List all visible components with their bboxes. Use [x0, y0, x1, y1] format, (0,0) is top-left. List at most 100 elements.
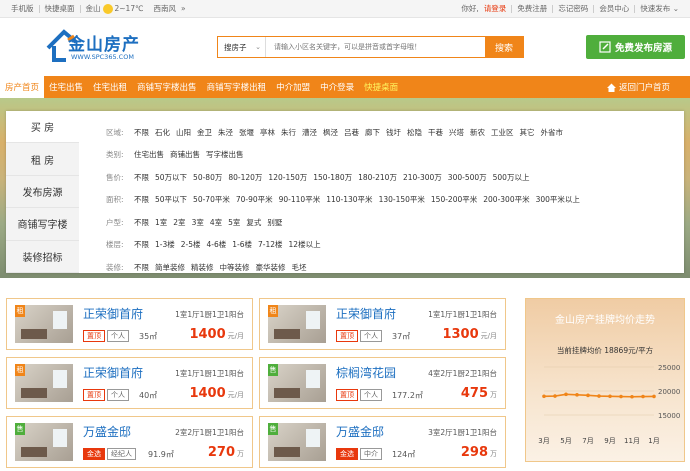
filter-option[interactable]: 不限	[134, 262, 149, 273]
filter-option[interactable]: 不限	[134, 239, 149, 250]
filter-option[interactable]: 复式	[246, 217, 261, 228]
filter-option[interactable]: 干巷	[428, 127, 443, 138]
listing-title[interactable]: 万盛金邸	[336, 423, 384, 440]
listing-title[interactable]: 正荣御首府	[336, 305, 396, 322]
filter-option[interactable]: 210-300万	[403, 172, 442, 183]
filter-option[interactable]: 90-110平米	[279, 194, 321, 205]
nav-item[interactable]: 住宅出租	[88, 76, 132, 98]
nav-item[interactable]: 住宅出售	[44, 76, 88, 98]
listing-title[interactable]: 正荣御首府	[83, 305, 143, 322]
filter-tab[interactable]: 装修招标	[6, 241, 79, 273]
quick-publish-link[interactable]: 快速发布 ⌄	[635, 3, 684, 14]
search-button[interactable]: 搜索	[485, 37, 523, 57]
listing-card[interactable]: 售 万盛金邸 3室2厅1厨1卫1阳台 金选 中介 124㎡ 298 万	[259, 416, 506, 468]
filter-option[interactable]: 商铺出售	[170, 149, 200, 160]
weather-more-icon[interactable]: »	[181, 4, 186, 13]
filter-option[interactable]: 5室	[228, 217, 240, 228]
filter-option[interactable]: 豪华装修	[256, 262, 286, 273]
filter-option[interactable]: 50-80万	[193, 172, 222, 183]
filter-option[interactable]: 中等装修	[220, 262, 250, 273]
filter-option[interactable]: 150-180万	[313, 172, 352, 183]
nav-item[interactable]: 商铺写字楼出租	[202, 76, 272, 98]
filter-option[interactable]: 不限	[134, 127, 149, 138]
listing-title[interactable]: 正荣御首府	[83, 364, 143, 381]
nav-item[interactable]: 中介加盟	[271, 76, 315, 98]
filter-option[interactable]: 不限	[134, 172, 149, 183]
nav-item[interactable]: 房产首页	[0, 76, 45, 98]
filter-option[interactable]: 300平米以上	[536, 194, 580, 205]
desktop-link[interactable]: 快捷桌面	[40, 3, 80, 14]
filter-tab[interactable]: 发布房源	[6, 176, 79, 209]
publish-listing-button[interactable]: 免费发布房源	[586, 35, 685, 59]
filter-option[interactable]: 2室	[173, 217, 185, 228]
filter-option[interactable]: 简单装修	[155, 262, 185, 273]
filter-option[interactable]: 漕泾	[302, 127, 317, 138]
nav-item[interactable]: 中介登录	[315, 76, 359, 98]
filter-option[interactable]: 4-6楼	[207, 239, 227, 250]
filter-option[interactable]: 3室	[192, 217, 204, 228]
filter-option[interactable]: 钱圩	[386, 127, 401, 138]
listing-card[interactable]: 租 正荣御首府 1室1厅1厨1卫1阳台 置顶 个人 37㎡ 1300 元/月	[259, 298, 506, 350]
filter-tab[interactable]: 买 房	[6, 111, 79, 144]
filter-option[interactable]: 朱泾	[218, 127, 233, 138]
filter-option[interactable]: 其它	[520, 127, 535, 138]
filter-option[interactable]: 别墅	[267, 217, 282, 228]
back-to-portal-link[interactable]: 返回门户首页	[606, 81, 670, 93]
login-link[interactable]: 请登录	[479, 3, 512, 14]
filter-option[interactable]: 300-500万	[448, 172, 487, 183]
filter-option[interactable]: 新农	[470, 127, 485, 138]
filter-option[interactable]: 200-300平米	[483, 194, 529, 205]
filter-option[interactable]: 不限	[134, 194, 149, 205]
filter-option[interactable]: 工业区	[491, 127, 514, 138]
filter-option[interactable]: 住宅出售	[134, 149, 164, 160]
filter-option[interactable]: 精装修	[191, 262, 214, 273]
filter-option[interactable]: 50万以下	[155, 172, 187, 183]
filter-option[interactable]: 廊下	[365, 127, 380, 138]
filter-option[interactable]: 兴塔	[449, 127, 464, 138]
filter-option[interactable]: 1-6楼	[232, 239, 252, 250]
filter-option[interactable]: 写字楼出售	[206, 149, 244, 160]
filter-option[interactable]: 12楼以上	[289, 239, 321, 250]
nav-item[interactable]: 快捷桌面	[359, 76, 403, 98]
forgot-password-link[interactable]: 忘记密码	[553, 3, 593, 14]
listing-card[interactable]: 租 正荣御首府 1室1厅1厨1卫1阳台 置顶 个人 40㎡ 1400 元/月	[6, 357, 253, 409]
filter-option[interactable]: 2-5楼	[181, 239, 201, 250]
listing-title[interactable]: 万盛金邸	[83, 423, 131, 440]
filter-option[interactable]: 120-150万	[268, 172, 307, 183]
mobile-link[interactable]: 手机版	[6, 3, 39, 14]
listing-title[interactable]: 棕榈湾花园	[336, 364, 396, 381]
filter-option[interactable]: 70-90平米	[236, 194, 273, 205]
filter-option[interactable]: 130-150平米	[379, 194, 425, 205]
filter-option[interactable]: 50平以下	[155, 194, 187, 205]
filter-option[interactable]: 150-200平米	[431, 194, 477, 205]
filter-option[interactable]: 枫泾	[323, 127, 338, 138]
filter-option[interactable]: 张堰	[239, 127, 254, 138]
filter-option[interactable]: 4室	[210, 217, 222, 228]
filter-option[interactable]: 110-130平米	[326, 194, 372, 205]
filter-option[interactable]: 80-120万	[228, 172, 262, 183]
filter-option[interactable]: 毛坯	[292, 262, 307, 273]
filter-option[interactable]: 山阳	[176, 127, 191, 138]
search-category-select[interactable]: 搜房子 ⌄	[218, 37, 266, 57]
filter-option[interactable]: 朱行	[281, 127, 296, 138]
search-input[interactable]	[266, 37, 485, 57]
listing-card[interactable]: 售 棕榈湾花园 4室2厅1厨2卫1阳台 置顶 个人 177.2㎡ 475 万	[259, 357, 506, 409]
listing-card[interactable]: 租 正荣御首府 1室1厅1厨1卫1阳台 置顶 个人 35㎡ 1400 元/月	[6, 298, 253, 350]
filter-option[interactable]: 1-3楼	[155, 239, 175, 250]
filter-option[interactable]: 金卫	[197, 127, 212, 138]
filter-tab[interactable]: 租 房	[6, 143, 79, 176]
nav-item[interactable]: 商铺写字楼出售	[132, 76, 202, 98]
filter-option[interactable]: 吕巷	[344, 127, 359, 138]
filter-option[interactable]: 7-12楼	[258, 239, 283, 250]
filter-tab[interactable]: 商铺写字楼	[6, 208, 79, 241]
filter-option[interactable]: 外省市	[541, 127, 564, 138]
filter-option[interactable]: 1室	[155, 217, 167, 228]
listing-card[interactable]: 售 万盛金邸 2室2厅1厨1卫1阳台 金选 经纪人 91.9㎡ 270 万	[6, 416, 253, 468]
filter-option[interactable]: 50-70平米	[193, 194, 230, 205]
filter-option[interactable]: 500万以上	[493, 172, 530, 183]
filter-option[interactable]: 不限	[134, 217, 149, 228]
filter-option[interactable]: 180-210万	[358, 172, 397, 183]
filter-option[interactable]: 石化	[155, 127, 170, 138]
member-center-link[interactable]: 会员中心	[594, 3, 634, 14]
register-link[interactable]: 免费注册	[512, 3, 552, 14]
